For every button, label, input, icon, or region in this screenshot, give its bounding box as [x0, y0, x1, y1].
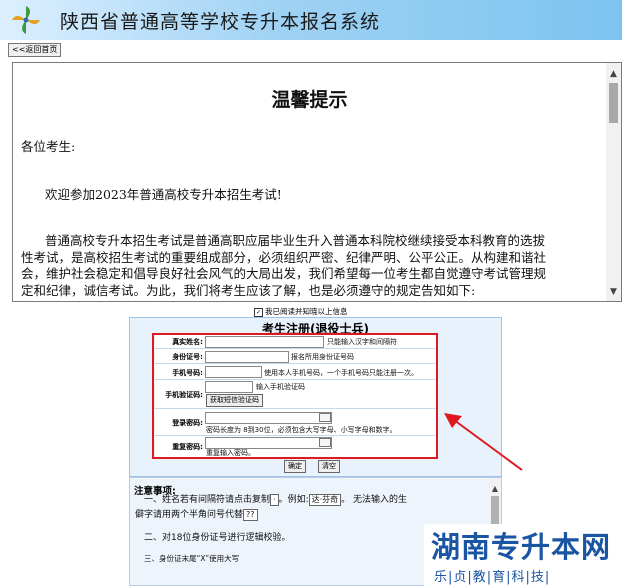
notice-paragraph: 普通高校专升本招生考试是普通高职应届毕业生升入普通本科院校继续接受本科教育的选拔… — [21, 233, 547, 298]
notice-scrollbar[interactable]: ▲ ▼ — [606, 63, 621, 301]
agree-checkbox[interactable]: ✓ — [254, 307, 263, 317]
site-header: 陕西省普通高等学校专升本报名系统 — [0, 0, 622, 40]
pinwheel-logo-icon — [12, 6, 40, 34]
note-line-2: 僻字请用两个半角问号代替?? — [135, 507, 258, 521]
site-title: 陕西省普通高等学校专升本报名系统 — [60, 11, 381, 33]
back-home-button[interactable]: <<返回首页 — [8, 43, 62, 57]
scroll-up-icon[interactable]: ▲ — [489, 484, 501, 493]
note-line-3: 二、对18位身份证号进行逻辑校验。 — [144, 533, 291, 543]
notice-greeting: 各位考生: — [21, 139, 76, 154]
scroll-thumb[interactable] — [491, 496, 499, 524]
notice-welcome: 欢迎参加2023年普通高校专升本招生考试! — [45, 187, 282, 202]
watermark-main: 湖南专升本网 — [431, 530, 612, 564]
clear-button[interactable]: 清空 — [318, 460, 340, 473]
watermark-sub: 乐|贞|教|育|科|技| — [434, 570, 551, 585]
agree-row[interactable]: ✓ 我已阅读并知晓以上信息 — [254, 306, 348, 317]
notice-panel[interactable]: 温馨提示 各位考生: 欢迎参加2023年普通高校专升本招生考试! 普通高校专升本… — [12, 62, 622, 302]
note-line-1: 一、姓名若有间隔符请点击复制 · 。例如: 达·芬奇。 无法输入的生 — [144, 492, 407, 506]
highlight-box — [152, 333, 438, 459]
notice-title: 温馨提示 — [271, 89, 348, 111]
notice-content: 温馨提示 各位考生: 欢迎参加2023年普通高校专升本招生考试! 普通高校专升本… — [13, 63, 606, 301]
scroll-thumb[interactable] — [609, 83, 618, 123]
note-text: 。 无法输入的生 — [341, 495, 408, 505]
confirm-button[interactable]: 确定 — [284, 460, 306, 473]
scroll-up-icon[interactable]: ▲ — [606, 67, 621, 81]
question-mark-button[interactable]: ?? — [243, 509, 258, 521]
red-arrow-icon — [444, 413, 523, 471]
note-text: 僻字请用两个半角问号代替 — [135, 510, 244, 520]
note-line-4: 三、身份证末尾“X”使用大写 — [144, 554, 240, 563]
scroll-down-icon[interactable]: ▼ — [606, 285, 621, 299]
agree-label: 我已阅读并知晓以上信息 — [265, 307, 348, 316]
note-text: 一、姓名若有间隔符请点击复制 — [144, 495, 271, 505]
copy-dot-button[interactable]: · — [270, 494, 279, 506]
note-text: 。例如: — [278, 495, 309, 505]
example-chip: 达·芬奇 — [308, 494, 342, 506]
